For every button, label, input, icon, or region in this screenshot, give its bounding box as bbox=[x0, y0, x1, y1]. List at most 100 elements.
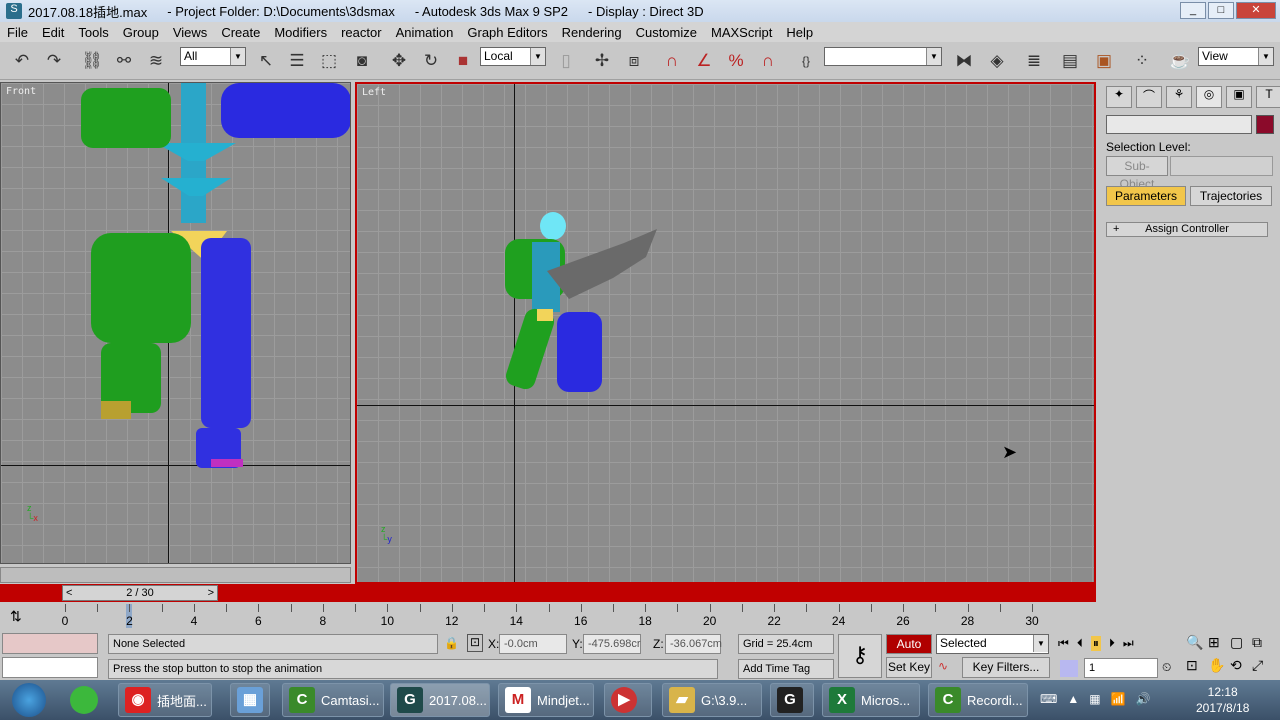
browser-icon[interactable] bbox=[70, 686, 98, 714]
keyboard-icon[interactable]: ⌨ bbox=[1040, 692, 1057, 706]
show-hidden-icons-icon[interactable]: ▲ bbox=[1067, 692, 1079, 706]
rectangular-selection-icon[interactable]: ⬚ bbox=[317, 50, 341, 72]
menu-tools[interactable]: Tools bbox=[71, 25, 115, 40]
align-icon[interactable]: ◈ bbox=[985, 50, 1009, 72]
select-object-icon[interactable]: ↖ bbox=[254, 50, 278, 72]
render-scene-icon[interactable]: ☕ bbox=[1168, 50, 1192, 72]
curve-editor-icon[interactable]: ▤ bbox=[1058, 50, 1082, 72]
prev-frame-icon[interactable]: < bbox=[66, 586, 72, 600]
key-filters-button[interactable]: Key Filters... bbox=[962, 657, 1050, 678]
window-crossing-icon[interactable]: ◙ bbox=[350, 50, 374, 72]
viewport-left[interactable]: Left ➤ z └y bbox=[355, 82, 1096, 584]
taskbar-item[interactable]: G 2017.08... bbox=[390, 683, 490, 717]
object-color-swatch[interactable] bbox=[1256, 115, 1274, 134]
spinner-snap-icon[interactable]: ∩ bbox=[756, 50, 780, 72]
move-icon[interactable]: ✥ bbox=[387, 50, 411, 72]
pivot-center-icon[interactable]: ▯ bbox=[554, 50, 578, 72]
keyboard-shortcut-override-icon[interactable]: ⧈ bbox=[622, 50, 646, 72]
unlink-icon[interactable]: ⚯ bbox=[112, 50, 136, 72]
time-slider[interactable]: <2 / 30 > bbox=[62, 585, 218, 601]
key-mode-toggle-icon[interactable] bbox=[1060, 660, 1078, 677]
taskbar-item[interactable]: G bbox=[770, 683, 814, 717]
material-editor-icon[interactable]: ⁘ bbox=[1130, 50, 1154, 72]
viewport-label-front[interactable]: Front bbox=[6, 86, 36, 97]
region-zoom-icon[interactable]: ⊡ bbox=[1186, 657, 1208, 674]
start-button[interactable] bbox=[12, 683, 46, 717]
minimize-button[interactable]: _ bbox=[1180, 2, 1206, 19]
menu-views[interactable]: Views bbox=[166, 25, 214, 40]
layer-manager-icon[interactable]: ≣ bbox=[1022, 50, 1046, 72]
select-manipulate-icon[interactable]: ✢ bbox=[590, 50, 614, 72]
maximize-viewport-icon[interactable]: ⤢ bbox=[1252, 657, 1274, 674]
taskbar-item[interactable]: ▶ bbox=[604, 683, 652, 717]
taskbar-item[interactable]: ▦ bbox=[230, 683, 270, 717]
key-mode-dropdown[interactable]: Selected ▼ bbox=[936, 634, 1049, 654]
sub-object-dropdown[interactable] bbox=[1170, 156, 1273, 176]
menu-reactor[interactable]: reactor bbox=[334, 25, 388, 40]
x-coordinate-field[interactable]: -0.0cm bbox=[499, 634, 567, 654]
menu-customize[interactable]: Customize bbox=[629, 25, 704, 40]
angle-snap-icon[interactable]: ∠ bbox=[692, 50, 716, 72]
maxscript-listener-white[interactable] bbox=[2, 657, 98, 678]
schematic-view-icon[interactable]: ▣ bbox=[1092, 50, 1116, 72]
track-bar[interactable]: ⇅ 0 2 4 6 8 10 12 14 16 18 20 22 24 26 28 30 bbox=[0, 604, 1096, 630]
selection-filter-dropdown[interactable]: All ▼ bbox=[180, 47, 246, 66]
front-viewport-scrollbar[interactable] bbox=[0, 567, 351, 583]
taskbar-item[interactable]: ▰ G:\3.9... bbox=[662, 683, 762, 717]
set-key-icon[interactable]: ⚷ bbox=[838, 634, 882, 678]
taskbar-item[interactable]: C Recordi... bbox=[928, 683, 1028, 717]
render-type-dropdown[interactable]: View ▼ bbox=[1198, 47, 1274, 66]
menu-rendering[interactable]: Rendering bbox=[555, 25, 629, 40]
display-tab-icon[interactable]: ▣ bbox=[1226, 86, 1252, 108]
create-tab-icon[interactable]: ✦ bbox=[1106, 86, 1132, 108]
menu-graph-editors[interactable]: Graph Editors bbox=[460, 25, 554, 40]
add-time-tag[interactable]: Add Time Tag bbox=[738, 659, 834, 679]
menu-help[interactable]: Help bbox=[779, 25, 820, 40]
viewport-front[interactable]: Front z └x bbox=[0, 82, 351, 564]
auto-key-button[interactable]: Auto Key bbox=[886, 634, 932, 669]
menu-maxscript[interactable]: MAXScript bbox=[704, 25, 779, 40]
menu-create[interactable]: Create bbox=[214, 25, 267, 40]
taskbar-item[interactable]: X Micros... bbox=[822, 683, 920, 717]
lock-icon[interactable]: 🔒 bbox=[444, 636, 459, 650]
menu-animation[interactable]: Animation bbox=[389, 25, 461, 40]
pan-icon[interactable]: ✋ bbox=[1208, 657, 1230, 674]
bind-space-warp-icon[interactable]: ≋ bbox=[144, 50, 168, 72]
zoom-all-icon[interactable]: ⊞ bbox=[1208, 634, 1230, 651]
hierarchy-tab-icon[interactable]: ⚘ bbox=[1166, 86, 1192, 108]
modify-tab-icon[interactable]: ⌒ bbox=[1136, 86, 1162, 108]
zoom-extents-icon[interactable]: ▢ bbox=[1230, 634, 1252, 651]
sub-object-button[interactable]: Sub-Object bbox=[1106, 156, 1168, 191]
y-coordinate-field[interactable]: -475.698cr bbox=[583, 634, 641, 654]
zoom-extents-all-icon[interactable]: ⧉ bbox=[1252, 634, 1274, 651]
next-frame-icon[interactable]: ⏵ bbox=[1109, 636, 1115, 651]
time-configuration-icon[interactable]: ⏲ bbox=[1162, 660, 1171, 675]
select-link-icon[interactable]: ⛓ bbox=[80, 50, 104, 72]
go-to-end-icon[interactable]: ⏭ bbox=[1123, 636, 1134, 651]
pause-icon[interactable]: ⏸ bbox=[1090, 636, 1101, 651]
arc-rotate-icon[interactable]: ⟲ bbox=[1230, 657, 1252, 674]
taskbar-item[interactable]: ◉ 插地面... bbox=[118, 683, 212, 717]
redo-icon[interactable]: ↷ bbox=[42, 50, 66, 72]
maximize-button[interactable]: □ bbox=[1208, 2, 1234, 19]
trajectories-button[interactable]: Trajectories bbox=[1190, 186, 1272, 206]
mirror-icon[interactable]: ⧓ bbox=[952, 50, 976, 72]
network-icon[interactable]: ▦ bbox=[1089, 692, 1100, 706]
utilities-tab-icon[interactable]: T bbox=[1256, 86, 1280, 108]
signal-icon[interactable]: 📶 bbox=[1111, 692, 1126, 706]
taskbar-item[interactable]: C Camtasi... bbox=[282, 683, 384, 717]
default-tangent-icon[interactable]: ∿ bbox=[938, 659, 948, 673]
maxscript-listener-pink[interactable] bbox=[2, 633, 98, 654]
z-coordinate-field[interactable]: -36.067cm bbox=[665, 634, 722, 654]
assign-controller-rollout[interactable]: + Assign Controller bbox=[1106, 222, 1268, 237]
close-button[interactable]: ✕ bbox=[1236, 2, 1276, 19]
edit-named-selection-icon[interactable]: {} bbox=[794, 50, 818, 72]
current-frame-field[interactable]: 1 bbox=[1084, 658, 1158, 678]
reference-coord-dropdown[interactable]: Local ▼ bbox=[480, 47, 546, 66]
menu-edit[interactable]: Edit bbox=[35, 25, 71, 40]
go-to-start-icon[interactable]: ⏮ bbox=[1058, 636, 1069, 651]
undo-icon[interactable]: ↶ bbox=[10, 50, 34, 72]
object-name-field[interactable] bbox=[1106, 115, 1252, 134]
viewport-label-left[interactable]: Left bbox=[362, 87, 386, 98]
named-selection-dropdown[interactable]: ▼ bbox=[824, 47, 942, 66]
